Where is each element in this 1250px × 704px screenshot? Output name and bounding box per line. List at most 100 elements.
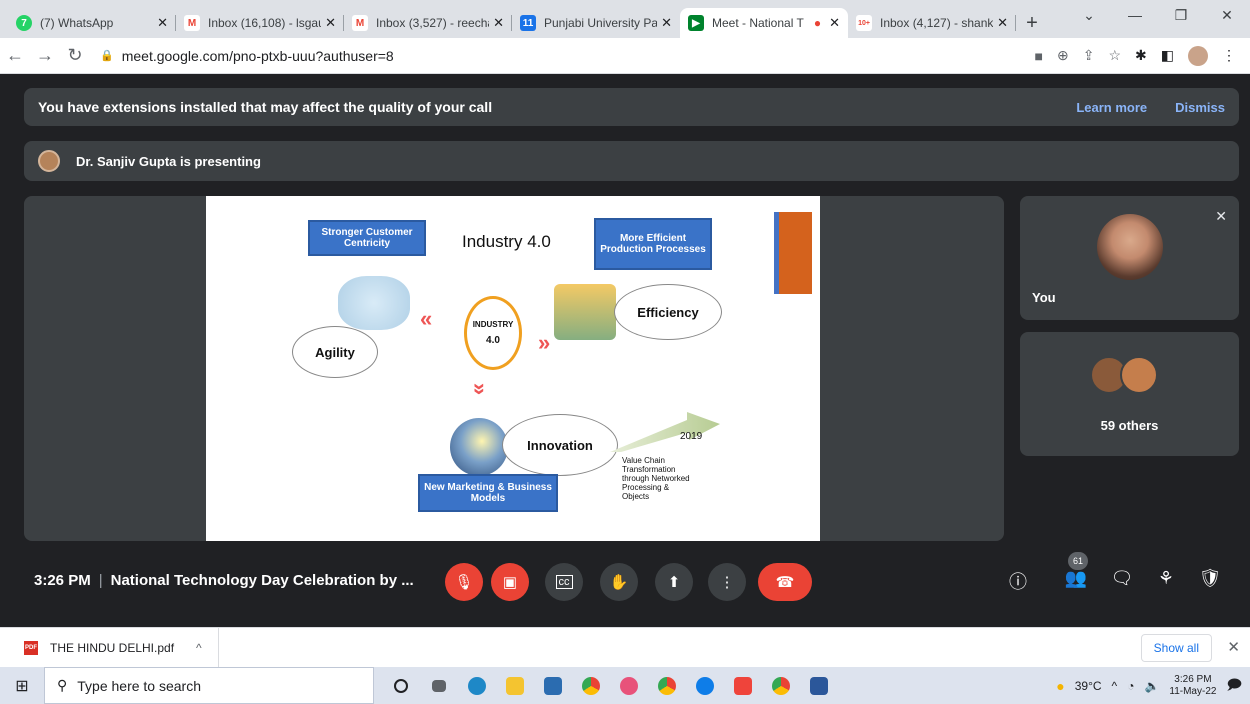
windows-start-icon[interactable]: ⊞	[0, 676, 44, 696]
file-explorer-icon[interactable]	[496, 667, 534, 704]
restore-button[interactable]: ❐	[1158, 0, 1204, 30]
presenting-text: Dr. Sanjiv Gupta is presenting	[76, 153, 261, 169]
system-tray: ● 39°C ^ ◔ 🔈 3:26 PM 11-May-22 🗩	[1056, 667, 1242, 704]
self-tile[interactable]: ✕ You	[1020, 196, 1239, 320]
bookmark-star-icon[interactable]: ☆	[1108, 47, 1121, 64]
teamviewer-icon[interactable]	[686, 667, 724, 704]
chrome-icon[interactable]	[572, 667, 610, 704]
extensions-icon[interactable]: ✱	[1135, 47, 1147, 64]
cortana-icon[interactable]	[382, 667, 420, 704]
lock-icon[interactable]: 🔒	[100, 49, 114, 62]
tab-search-icon[interactable]: ⌄	[1066, 0, 1112, 30]
tab-title: Inbox (16,108) - lsgaut	[208, 16, 322, 30]
sidepanel-icon[interactable]: ◧	[1161, 47, 1174, 64]
tab-gmail-1[interactable]: M Inbox (16,108) - lsgaut ✕	[176, 8, 344, 38]
camera-toggle-button[interactable]: ▣	[491, 563, 529, 601]
slide-note: Value Chain Transformation through Netwo…	[622, 456, 690, 501]
slide-innovation: Innovation	[502, 414, 618, 476]
chevron-up-icon[interactable]: ^	[1112, 679, 1118, 693]
learn-more-link[interactable]: Learn more	[1076, 100, 1147, 115]
task-view-icon[interactable]	[420, 667, 458, 704]
tab-calendar[interactable]: 11 Punjabi University Pat ✕	[512, 8, 680, 38]
host-controls-icon[interactable]: 🛡	[1198, 568, 1222, 589]
profile-avatar[interactable]	[1188, 45, 1208, 66]
back-button[interactable]: ←	[0, 45, 30, 66]
chat-icon[interactable]: 🗨	[1110, 568, 1134, 589]
tab-title: (7) WhatsApp	[40, 16, 114, 30]
people-icon[interactable]: 👥	[1064, 568, 1088, 589]
tab-whatsapp[interactable]: 7 (7) WhatsApp ✕	[8, 8, 176, 38]
search-placeholder: Type here to search	[77, 677, 202, 694]
browser-tab-strip: 7 (7) WhatsApp ✕ M Inbox (16,108) - lsga…	[0, 0, 1250, 38]
download-item[interactable]: PDF THE HINDU DELHI.pdf ^	[0, 627, 219, 668]
more-options-button[interactable]: ⋮	[708, 563, 746, 601]
new-tab-button[interactable]: +	[1016, 8, 1048, 38]
self-avatar	[1097, 214, 1163, 280]
clock-time: 3:26 PM	[1174, 673, 1212, 685]
tab-title: Inbox (4,127) - shanka	[880, 16, 994, 30]
more-vert-icon: ⋮	[719, 574, 735, 591]
lightbulb-image	[450, 418, 508, 476]
anydesk-icon[interactable]	[724, 667, 762, 704]
network-icon[interactable]: ◔	[1127, 679, 1134, 693]
captions-button[interactable]: cc	[545, 563, 583, 601]
dismiss-button[interactable]: Dismiss	[1175, 100, 1225, 115]
raise-hand-button[interactable]: ✋	[600, 563, 638, 601]
tab-gmail-3[interactable]: 10+ Inbox (4,127) - shanka ✕	[848, 8, 1016, 38]
slide-efficiency: Efficiency	[614, 284, 722, 340]
meet-icon: ▶	[688, 15, 704, 31]
edge-icon[interactable]	[458, 667, 496, 704]
tab-title: Meet - National T	[712, 16, 804, 30]
leave-call-button[interactable]: ☎	[758, 563, 812, 601]
tab-meet[interactable]: ▶ Meet - National T ● ✕	[680, 8, 848, 38]
reload-button[interactable]: ↻	[60, 45, 90, 66]
word-icon[interactable]	[800, 667, 838, 704]
slide-decoration	[774, 212, 812, 294]
slide-year: 2019	[680, 431, 703, 442]
growth-arrow	[610, 412, 720, 452]
close-icon[interactable]: ✕	[493, 15, 504, 31]
mic-off-icon: ✕	[1215, 208, 1227, 224]
close-icon[interactable]: ✕	[661, 15, 672, 31]
taskbar-search[interactable]: ⚲ Type here to search	[44, 667, 374, 704]
minimize-button[interactable]: —	[1112, 0, 1158, 30]
close-icon[interactable]: ✕	[829, 15, 840, 31]
chevron-up-icon[interactable]: ^	[196, 641, 202, 655]
downloads-bar: PDF THE HINDU DELHI.pdf ^ Show all ✕	[0, 627, 1250, 668]
close-window-button[interactable]: ✕	[1204, 0, 1250, 30]
present-button[interactable]: ⬆	[655, 563, 693, 601]
close-icon[interactable]: ✕	[325, 15, 336, 31]
others-tile[interactable]: 59 others	[1020, 332, 1239, 456]
meeting-details-icon[interactable]: ⓘ	[1006, 568, 1030, 594]
weather-icon[interactable]: ●	[1056, 678, 1064, 694]
url-field[interactable]: 🔒 meet.google.com/pno-ptxb-uuu?authuser=…	[100, 48, 1035, 64]
camera-off-icon: ▣	[502, 574, 518, 591]
mic-toggle-button[interactable]: 🎙	[445, 563, 483, 601]
gmail-icon: 10+	[856, 15, 872, 31]
notification-icon[interactable]: 🗩	[1226, 674, 1242, 698]
gmail-icon: M	[184, 15, 200, 31]
whatsapp-icon: 7	[16, 15, 32, 31]
others-label: 59 others	[1100, 418, 1159, 433]
speaker-icon[interactable]: 🔈	[1144, 679, 1159, 693]
forward-button[interactable]: →	[30, 45, 60, 66]
close-icon[interactable]: ✕	[157, 15, 168, 31]
show-all-button[interactable]: Show all	[1140, 634, 1212, 662]
zoom-icon[interactable]: ⊕	[1057, 47, 1069, 64]
robot-arm-image	[554, 284, 616, 340]
menu-icon[interactable]: ⋮	[1222, 47, 1236, 64]
chrome-meet-icon[interactable]	[762, 667, 800, 704]
taskbar-clock[interactable]: 3:26 PM 11-May-22	[1169, 674, 1216, 698]
slide-title: Industry 4.0	[462, 232, 551, 251]
store-icon[interactable]	[534, 667, 572, 704]
hand-icon: ✋	[609, 574, 629, 591]
camera-icon[interactable]: ■	[1035, 48, 1043, 64]
close-icon[interactable]: ✕	[997, 15, 1008, 31]
share-icon[interactable]: ⇪	[1083, 47, 1095, 64]
close-icon[interactable]: ✕	[1227, 638, 1240, 656]
tab-gmail-2[interactable]: M Inbox (3,527) - reecha ✕	[344, 8, 512, 38]
activities-icon[interactable]: ⚘	[1154, 568, 1178, 589]
app-icon[interactable]	[610, 667, 648, 704]
temperature[interactable]: 39°C	[1075, 679, 1102, 693]
chrome-profile-icon[interactable]	[648, 667, 686, 704]
